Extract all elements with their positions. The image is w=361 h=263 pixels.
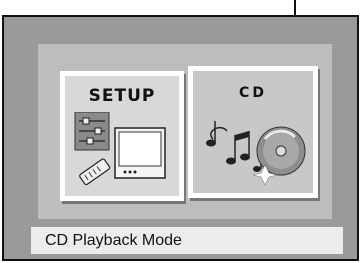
status-bar: CD Playback Mode <box>31 227 343 254</box>
music-disc-icon <box>206 121 306 186</box>
menu-panel: SETUP CD <box>38 44 332 219</box>
settings-tv-remote-icon <box>74 111 166 186</box>
setup-icon <box>73 111 177 199</box>
cd-icon <box>199 109 309 194</box>
setup-label: SETUP <box>88 86 156 106</box>
cd-label: CD <box>239 85 267 101</box>
status-text: CD Playback Mode <box>45 231 182 249</box>
menu-screen: SETUP CD CD Playback Mode <box>2 15 359 261</box>
setup-menu-item[interactable]: SETUP <box>60 71 184 201</box>
cd-menu-item[interactable]: CD <box>188 66 318 198</box>
